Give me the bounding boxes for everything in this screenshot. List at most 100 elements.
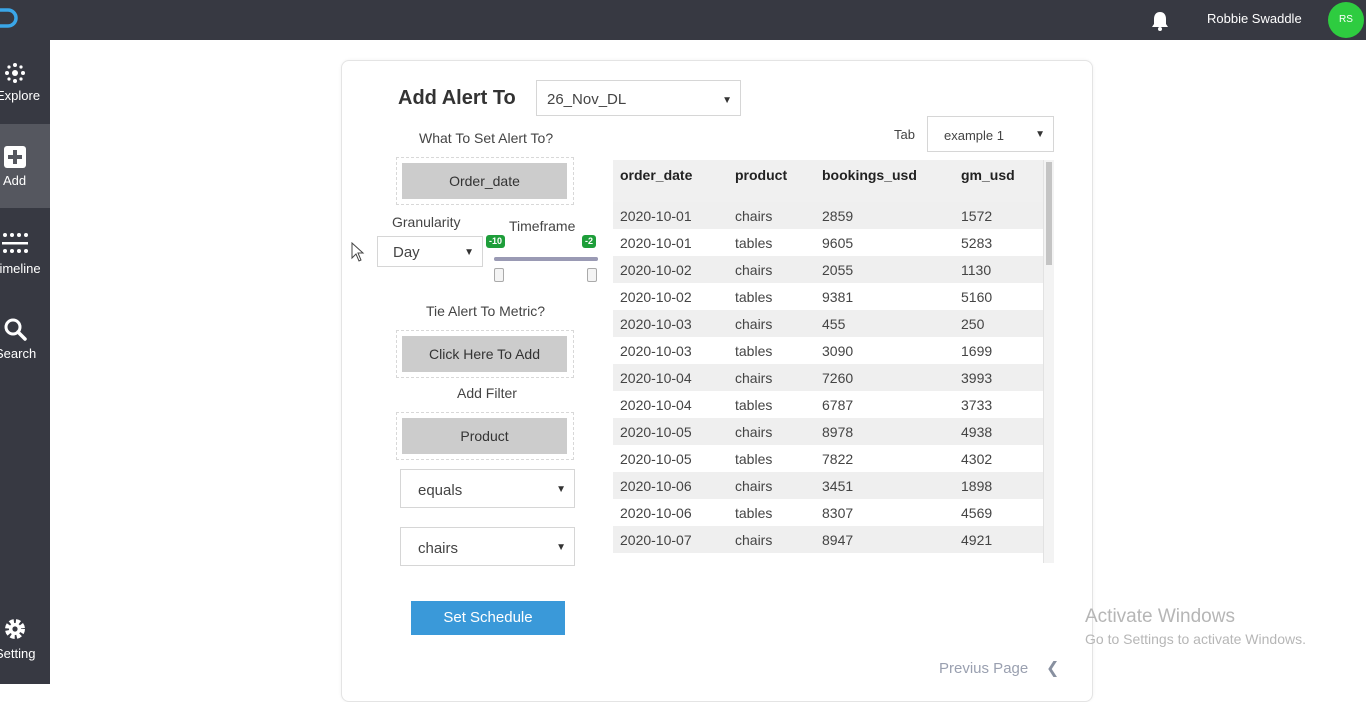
table-cell-order_date: 2020-10-04 — [613, 364, 728, 391]
chevron-left-icon[interactable]: ❮ — [1046, 658, 1059, 678]
table-scrollbar-thumb[interactable] — [1046, 162, 1052, 265]
sidebar-label-search: Search — [0, 346, 37, 361]
table-cell-product: tables — [728, 391, 815, 418]
column-header[interactable]: order_date — [613, 160, 728, 190]
column-header[interactable]: gm_usd — [954, 160, 1043, 190]
table-row[interactable]: 2020-10-01 chairs 2859 1572 — [613, 202, 1043, 229]
data-table: order_date product bookings_usd gm_usd 2… — [613, 160, 1043, 553]
app-logo-icon[interactable] — [0, 6, 20, 30]
table-cell-product: tables — [728, 283, 815, 310]
add-metric-button[interactable]: Click Here To Add — [402, 336, 567, 372]
table-cell-bookings_usd: 455 — [815, 310, 954, 337]
avatar[interactable]: RS — [1328, 2, 1364, 38]
table-cell-bookings_usd: 8307 — [815, 499, 954, 526]
table-cell-gm_usd: 4569 — [954, 499, 1043, 526]
table-row[interactable]: 2020-10-07 chairs 8947 4921 — [613, 526, 1043, 553]
table-row[interactable]: 2020-10-01 tables 9605 5283 — [613, 229, 1043, 256]
filter-label: Add Filter — [457, 385, 517, 401]
granularity-value: Day — [393, 244, 420, 261]
table-cell-product: chairs — [728, 418, 815, 445]
table-cell-bookings_usd: 6787 — [815, 391, 954, 418]
table-cell-gm_usd: 250 — [954, 310, 1043, 337]
table-row[interactable]: 2020-10-02 tables 9381 5160 — [613, 283, 1043, 310]
sidebar-label-add: Add — [3, 173, 27, 188]
table-cell-gm_usd: 4938 — [954, 418, 1043, 445]
table-cell-bookings_usd: 7260 — [815, 364, 954, 391]
table-row[interactable]: 2020-10-05 tables 7822 4302 — [613, 445, 1043, 472]
table-scrollbar[interactable] — [1043, 160, 1054, 563]
table-cell-order_date: 2020-10-01 — [613, 202, 728, 229]
table-cell-product: chairs — [728, 472, 815, 499]
column-header[interactable]: bookings_usd — [815, 160, 954, 190]
table-cell-product: chairs — [728, 364, 815, 391]
sidebar-item-timeline[interactable]: Timeline — [0, 208, 50, 292]
bell-icon[interactable] — [1149, 10, 1171, 32]
table-row[interactable]: 2020-10-06 tables 8307 4569 — [613, 499, 1043, 526]
chevron-down-icon: ▼ — [1035, 129, 1045, 140]
sidebar-label-explore: Explore — [0, 88, 41, 103]
table-cell-order_date: 2020-10-03 — [613, 337, 728, 364]
add-icon — [4, 146, 26, 168]
filter-value: chairs — [418, 540, 459, 557]
table-cell-bookings_usd: 9381 — [815, 283, 954, 310]
dataset-select-value: 26_Nov_DL — [547, 91, 627, 108]
table-cell-gm_usd: 4921 — [954, 526, 1043, 553]
table-cell-gm_usd: 5160 — [954, 283, 1043, 310]
table-cell-gm_usd: 1699 — [954, 337, 1043, 364]
table-cell-gm_usd: 3733 — [954, 391, 1043, 418]
filter-value-select[interactable]: chairs ▼ — [400, 527, 575, 566]
table-row[interactable]: 2020-10-02 chairs 2055 1130 — [613, 256, 1043, 283]
sidebar-item-explore[interactable]: Explore — [0, 40, 50, 124]
column-header[interactable]: product — [728, 160, 815, 190]
table-cell-product: tables — [728, 499, 815, 526]
table-cell-order_date: 2020-10-06 — [613, 472, 728, 499]
table-row[interactable]: 2020-10-06 chairs 3451 1898 — [613, 472, 1043, 499]
table-cell-order_date: 2020-10-01 — [613, 229, 728, 256]
timeframe-slider-track[interactable] — [494, 257, 598, 261]
tab-select[interactable]: example 1 ▼ — [927, 116, 1054, 152]
table-row[interactable]: 2020-10-04 tables 6787 3733 — [613, 391, 1043, 418]
sidebar-label-timeline: Timeline — [0, 261, 41, 276]
table-cell-order_date: 2020-10-03 — [613, 310, 728, 337]
sidebar-item-setting[interactable]: Setting — [0, 608, 50, 692]
what-field-button[interactable]: Order_date — [402, 163, 567, 199]
timeframe-max-handle[interactable] — [587, 268, 597, 282]
table-row[interactable]: 2020-10-03 tables 3090 1699 — [613, 337, 1043, 364]
activate-windows-title: Activate Windows — [1085, 606, 1235, 627]
table-cell-product: tables — [728, 337, 815, 364]
table-cell-product: tables — [728, 445, 815, 472]
chevron-down-icon: ▼ — [464, 247, 474, 258]
table-spacer-row — [613, 190, 1043, 202]
sidebar: Explore Add Timeline Search S — [0, 40, 50, 684]
chevron-down-icon: ▼ — [722, 95, 732, 106]
dataset-select[interactable]: 26_Nov_DL ▼ — [536, 80, 741, 116]
timeframe-label: Timeframe — [509, 218, 576, 234]
sidebar-item-add[interactable]: Add — [0, 124, 50, 208]
sidebar-item-search[interactable]: Search — [0, 292, 50, 376]
previous-page-link[interactable]: Previus Page — [939, 660, 1028, 677]
set-schedule-button[interactable]: Set Schedule — [411, 601, 565, 635]
operator-select[interactable]: equals ▼ — [400, 469, 575, 508]
table-row[interactable]: 2020-10-03 chairs 455 250 — [613, 310, 1043, 337]
table-row[interactable]: 2020-10-05 chairs 8978 4938 — [613, 418, 1043, 445]
user-name[interactable]: Robbie Swaddle — [1207, 11, 1302, 26]
tab-select-value: example 1 — [944, 128, 1004, 143]
table-cell-gm_usd: 4302 — [954, 445, 1043, 472]
table-cell-gm_usd: 1898 — [954, 472, 1043, 499]
chevron-down-icon: ▼ — [556, 484, 566, 495]
granularity-select[interactable]: Day ▼ — [377, 236, 483, 267]
filter-field-button[interactable]: Product — [402, 418, 567, 454]
tab-label: Tab — [894, 127, 915, 142]
table-cell-bookings_usd: 7822 — [815, 445, 954, 472]
operator-value: equals — [418, 482, 463, 499]
table-header-row: order_date product bookings_usd gm_usd — [613, 160, 1043, 190]
timeframe-max-badge: -2 — [582, 235, 597, 248]
table-cell-gm_usd: 1572 — [954, 202, 1043, 229]
table-row[interactable]: 2020-10-04 chairs 7260 3993 — [613, 364, 1043, 391]
table-cell-order_date: 2020-10-06 — [613, 499, 728, 526]
timeframe-min-handle[interactable] — [494, 268, 504, 282]
gear-icon — [5, 619, 25, 639]
table-cell-bookings_usd: 2055 — [815, 256, 954, 283]
table-cell-product: chairs — [728, 310, 815, 337]
table-cell-bookings_usd: 8978 — [815, 418, 954, 445]
